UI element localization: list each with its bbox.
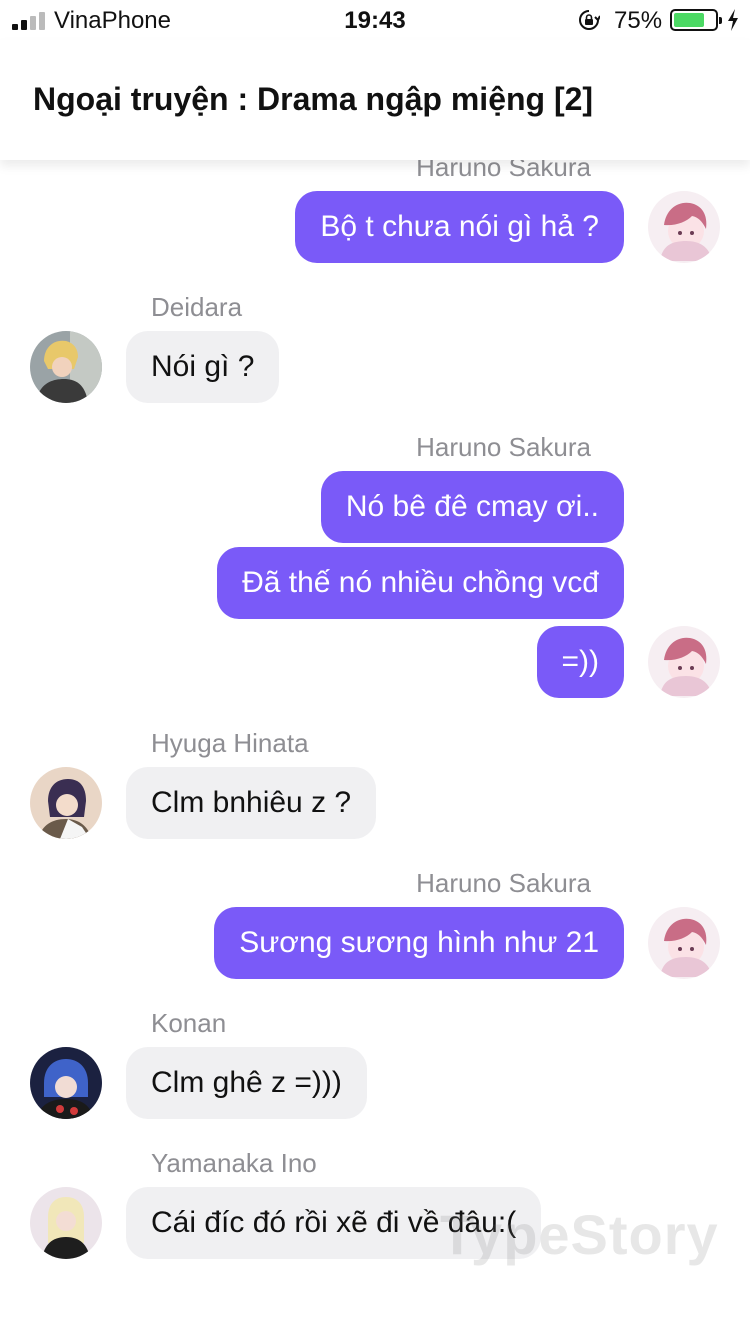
message-bubble-theirs: Clm bnhiêu z ? <box>126 767 377 839</box>
rotation-lock-icon <box>579 10 600 30</box>
avatar-sakura <box>648 907 720 979</box>
status-bar: VinaPhone 19:43 75% <box>0 0 750 40</box>
sender-name: Haruno Sakura <box>416 868 591 898</box>
chat-thread[interactable]: Haruno Sakura Bộ t chưa nói gì hả ? Deid… <box>0 160 750 1334</box>
app-screen: VinaPhone 19:43 75% Ngoại truyện : Drama… <box>0 0 750 1334</box>
avatar-konan <box>30 1047 102 1119</box>
sender-name: Haruno Sakura <box>416 432 591 462</box>
message-bubble-mine: Sương sương hình như 21 <box>214 907 624 979</box>
message-bubble-mine: Nó bê đê cmay ơi.. <box>320 471 624 543</box>
avatar-ino <box>30 1187 102 1259</box>
avatar-sakura <box>648 626 720 698</box>
avatar-sakura <box>648 191 720 263</box>
sender-name: Hyuga Hinata <box>151 728 309 758</box>
charging-bolt-icon <box>728 9 738 31</box>
avatar-hinata <box>30 767 102 839</box>
sender-name: Haruno Sakura <box>416 160 591 182</box>
sender-name: Deidara <box>151 292 243 322</box>
watermark: TypeStory <box>440 1203 719 1266</box>
message-bubble-theirs: Nói gì ? <box>126 331 280 403</box>
message-bubble-mine: Bộ t chưa nói gì hả ? <box>295 191 624 263</box>
sender-name: Konan <box>151 1008 227 1038</box>
message-bubble-theirs: Clm ghê z =))) <box>126 1047 367 1119</box>
sender-name: Yamanaka Ino <box>151 1148 317 1178</box>
battery-percent: 75% <box>614 7 663 34</box>
avatar-deidara <box>30 331 102 403</box>
story-header: Ngoại truyện : Drama ngập miệng [2] <box>0 40 750 160</box>
battery-icon <box>670 9 722 31</box>
message-bubble-mine: Đã thế nó nhiều chồng vcđ <box>217 547 624 619</box>
story-title: Ngoại truyện : Drama ngập miệng [2] <box>33 81 594 117</box>
message-bubble-mine: =)) <box>536 626 624 698</box>
